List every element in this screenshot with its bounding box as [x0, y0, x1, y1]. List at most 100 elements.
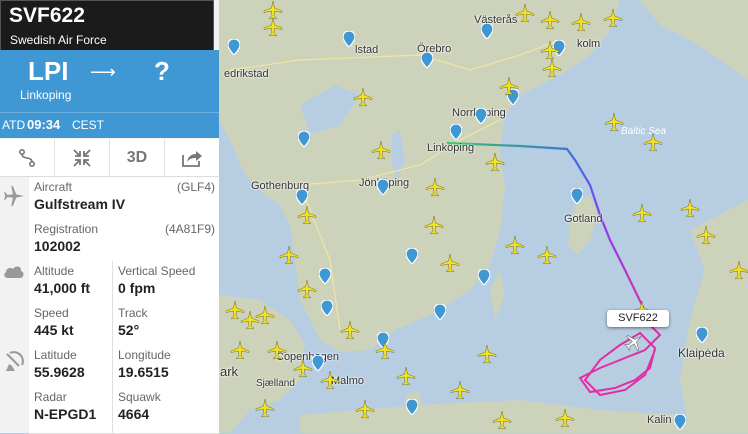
aircraft-icon[interactable] [603, 8, 623, 28]
track-value: 52° [118, 322, 140, 338]
aircraft-icon[interactable] [540, 40, 560, 60]
city-pin-icon[interactable] [321, 300, 333, 316]
aircraft-icon[interactable] [240, 310, 260, 330]
aircraft-icon[interactable] [555, 408, 575, 428]
city-pin-icon[interactable] [296, 189, 308, 205]
aircraft-icon[interactable] [371, 140, 391, 160]
altitude-cell: Altitude 41,000 ft [29, 261, 113, 304]
flight-title-box: SVF622 Swedish Air Force [0, 0, 214, 52]
registration-label: Registration [34, 222, 99, 236]
city-pin-icon[interactable] [421, 52, 433, 68]
speed-label: Speed [34, 306, 69, 320]
share-icon [182, 150, 202, 167]
aircraft-icon[interactable] [505, 235, 525, 255]
speed-cell: Speed 445 kt [29, 303, 113, 346]
aircraft-icon[interactable] [293, 358, 313, 378]
vertical-speed-label: Vertical Speed [118, 264, 196, 278]
selected-flight-tag[interactable]: SVF622 [607, 310, 669, 327]
aircraft-icon[interactable] [230, 340, 250, 360]
aircraft-icon[interactable] [485, 152, 505, 172]
aircraft-icon[interactable] [499, 76, 519, 96]
destination-code[interactable]: ? [154, 56, 170, 87]
map-label-linkoping: Linköping [427, 142, 475, 154]
aircraft-icon[interactable] [263, 17, 283, 37]
aircraft-icon[interactable] [320, 370, 340, 390]
aircraft-icon[interactable] [279, 245, 299, 265]
origin-code[interactable]: LPI [28, 56, 68, 87]
aircraft-icon[interactable] [729, 260, 748, 280]
aircraft-icon[interactable] [515, 3, 535, 23]
city-pin-icon[interactable] [696, 327, 708, 343]
squawk-cell: Squawk 4664 [113, 387, 219, 434]
longitude-label: Longitude [118, 348, 171, 362]
flight-callsign: SVF622 [9, 4, 85, 27]
aircraft-icon[interactable] [540, 10, 560, 30]
aircraft-icon[interactable] [542, 58, 562, 78]
city-pin-icon[interactable] [571, 188, 583, 204]
longitude-value: 19.6515 [118, 364, 169, 380]
radar-value: N-EPGD1 [34, 406, 97, 422]
panel-toolbar: 3D [0, 139, 219, 177]
route-arrow-icon: ⟶ [90, 62, 116, 82]
atd-label: ATD [2, 118, 26, 132]
city-pin-icon[interactable] [481, 23, 493, 39]
city-pin-icon[interactable] [475, 108, 487, 124]
aircraft-icon[interactable] [297, 279, 317, 299]
city-pin-icon[interactable] [406, 248, 418, 264]
aircraft-icon[interactable] [680, 198, 700, 218]
aircraft-icon[interactable] [492, 410, 512, 430]
aircraft-icon[interactable] [340, 320, 360, 340]
route-box: LPI ⟶ ? Linkoping ATD 09:34 CEST [0, 50, 219, 138]
aircraft-icon[interactable] [477, 344, 497, 364]
city-pin-icon[interactable] [298, 131, 310, 147]
aircraft-icon[interactable] [353, 87, 373, 107]
aircraft-icon[interactable] [425, 177, 445, 197]
squawk-label: Squawk [118, 390, 161, 404]
city-pin-icon[interactable] [319, 268, 331, 284]
city-pin-icon[interactable] [343, 31, 355, 47]
aircraft-type-icon [0, 185, 28, 207]
aircraft-cell: Aircraft (GLF4) Gulfstream IV [29, 177, 219, 220]
aircraft-icon[interactable] [604, 112, 624, 132]
map-label-kaliningrad: Kalin [647, 414, 672, 426]
city-pin-icon[interactable] [434, 304, 446, 320]
city-pin-icon[interactable] [312, 355, 324, 371]
city-pin-icon[interactable] [228, 39, 240, 55]
route-button[interactable] [0, 139, 55, 176]
vertical-speed-cell: Vertical Speed 0 fpm [113, 261, 219, 304]
aircraft-icon[interactable] [396, 366, 416, 386]
aircraft-icon[interactable] [267, 340, 287, 360]
city-pin-icon[interactable] [406, 399, 418, 415]
city-pin-icon[interactable] [450, 124, 462, 140]
aircraft-icon[interactable] [643, 132, 663, 152]
view-3d-button[interactable]: 3D [110, 139, 165, 176]
origin-city[interactable]: Linkoping [20, 88, 71, 102]
atd-timezone: CEST [72, 118, 105, 132]
map-label-klaipeda: Klaipėda [678, 346, 725, 360]
radar-antenna-icon [0, 350, 28, 372]
altitude-label: Altitude [34, 264, 75, 278]
registration-value: 102002 [34, 238, 81, 254]
aircraft-icon[interactable] [537, 245, 557, 265]
aircraft-icon[interactable] [297, 205, 317, 225]
aircraft-icon[interactable] [696, 225, 716, 245]
aircraft-icon[interactable] [375, 340, 395, 360]
city-pin-icon[interactable] [674, 414, 686, 430]
squawk-value: 4664 [118, 406, 150, 422]
aircraft-icon[interactable] [440, 253, 460, 273]
aircraft-icon[interactable] [571, 12, 591, 32]
city-pin-icon[interactable] [478, 269, 490, 285]
aircraft-icon[interactable] [632, 203, 652, 223]
map-label-fredrikstad: edrikstad [224, 68, 269, 80]
aircraft-icon[interactable] [255, 398, 275, 418]
selected-aircraft-icon[interactable] [624, 332, 644, 352]
radar-label: Radar [34, 390, 67, 404]
aircraft-icon[interactable] [355, 399, 375, 419]
city-pin-icon[interactable] [377, 179, 389, 195]
aircraft-icon[interactable] [424, 215, 444, 235]
map-label-karlstad: lstad [355, 44, 379, 56]
aircraft-type-code: (GLF4) [176, 180, 215, 194]
fullscreen-button[interactable] [55, 139, 110, 176]
aircraft-icon[interactable] [450, 380, 470, 400]
share-button[interactable] [165, 139, 219, 176]
